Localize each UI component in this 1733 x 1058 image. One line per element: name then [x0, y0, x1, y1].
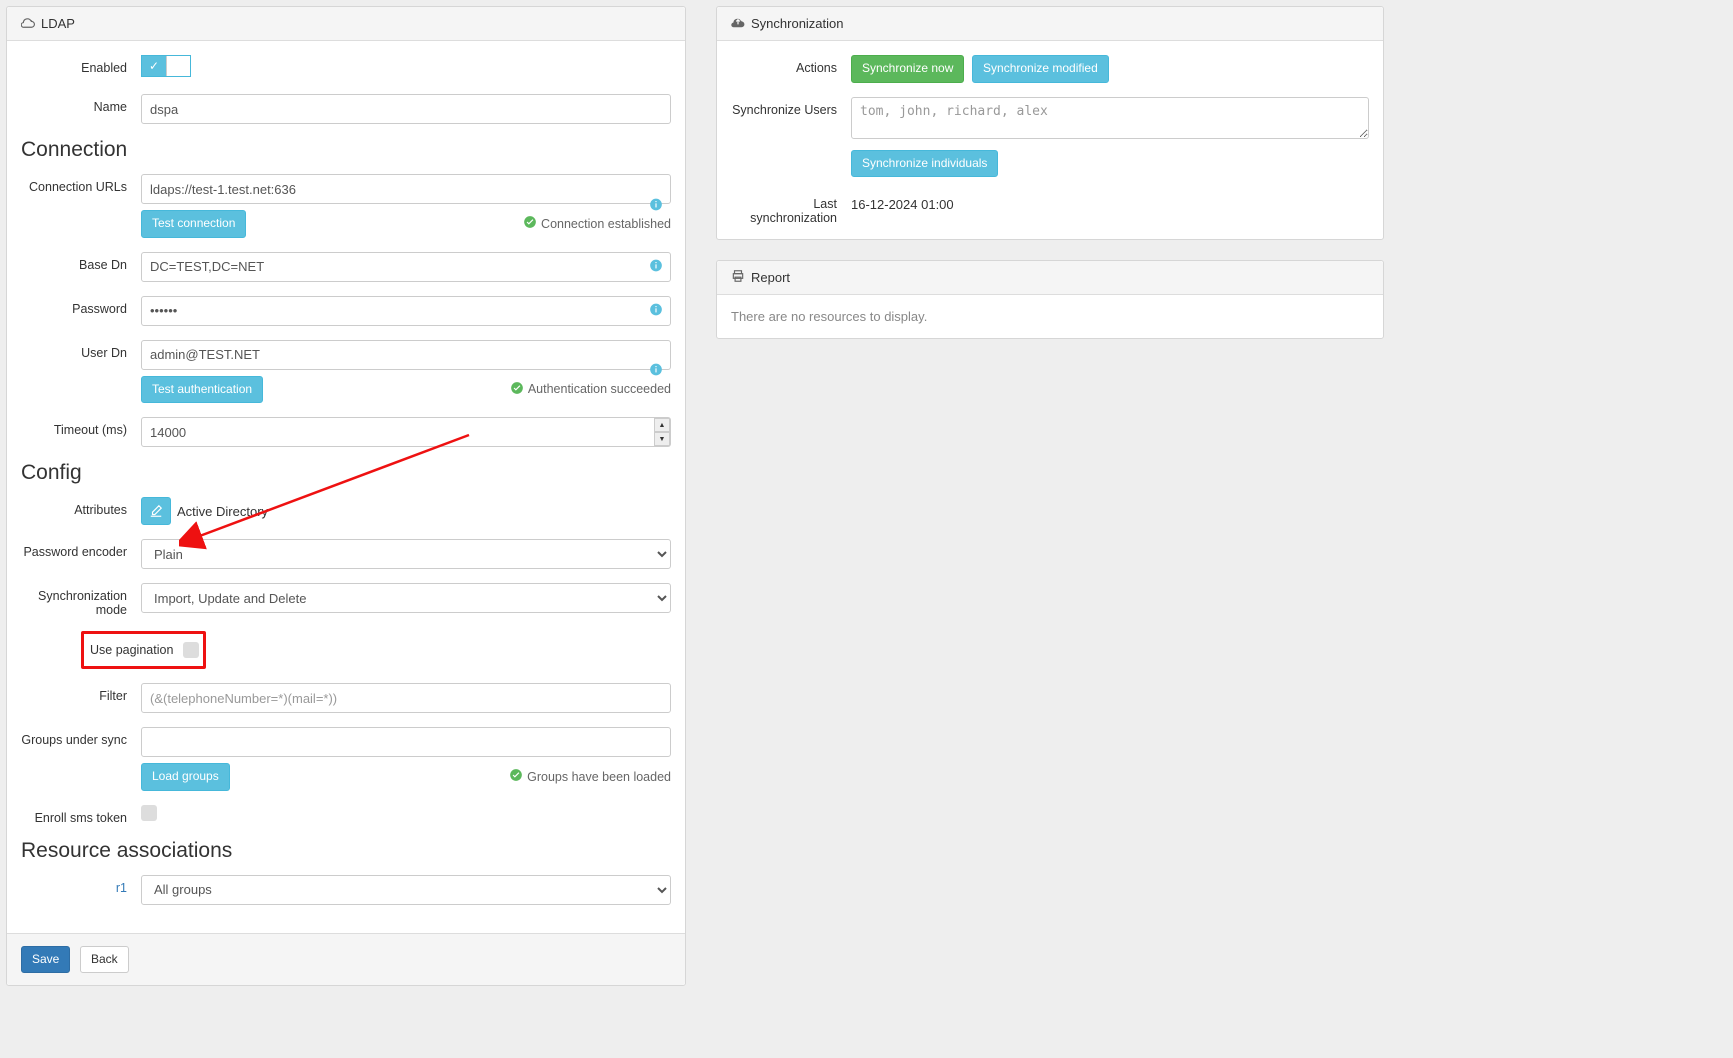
sync-title: Synchronization [751, 16, 844, 31]
check-icon [510, 381, 524, 398]
label-groups-sync: Groups under sync [21, 727, 141, 747]
back-button[interactable]: Back [80, 946, 129, 974]
report-panel-heading: Report [717, 261, 1383, 295]
sync-users-textarea[interactable] [851, 97, 1369, 139]
ldap-panel: LDAP Enabled Name Connection [6, 6, 686, 986]
cloud-icon [21, 15, 35, 32]
connection-status: Connection established [541, 217, 671, 231]
label-base-dn: Base Dn [21, 252, 141, 272]
password-input[interactable] [141, 296, 671, 326]
label-password: Password [21, 296, 141, 316]
label-enabled: Enabled [21, 55, 141, 75]
enabled-toggle[interactable] [141, 55, 191, 77]
sync-panel: Synchronization Actions Synchronize now … [716, 6, 1384, 240]
label-user-dn: User Dn [21, 340, 141, 360]
timeout-input[interactable] [141, 417, 671, 447]
label-name: Name [21, 94, 141, 114]
load-groups-button[interactable]: Load groups [141, 763, 230, 791]
label-timeout: Timeout (ms) [21, 417, 141, 437]
report-panel: Report There are no resources to display… [716, 260, 1384, 339]
user-dn-input[interactable] [141, 340, 671, 370]
test-auth-button[interactable]: Test authentication [141, 376, 263, 404]
label-use-pagination: Use pagination [84, 643, 183, 657]
auth-status: Authentication succeeded [528, 382, 671, 396]
label-last-sync: Last synchronization [731, 191, 851, 225]
label-filter: Filter [21, 683, 141, 703]
enroll-sms-checkbox[interactable] [141, 805, 157, 821]
edit-attributes-button[interactable] [141, 497, 171, 525]
label-sync-users: Synchronize Users [731, 97, 851, 117]
label-conn-urls: Connection URLs [21, 174, 141, 194]
label-sync-mode: Synchronization mode [21, 583, 141, 617]
report-title: Report [751, 270, 790, 285]
report-empty: There are no resources to display. [731, 309, 927, 324]
print-icon [731, 269, 745, 286]
sync-now-button[interactable]: Synchronize now [851, 55, 964, 83]
last-sync-value: 16-12-2024 01:00 [851, 197, 954, 212]
label-actions: Actions [731, 55, 851, 75]
number-spinner[interactable]: ▲▼ [654, 418, 670, 446]
save-button[interactable]: Save [21, 946, 70, 974]
section-connection: Connection [21, 138, 671, 162]
use-pagination-highlight: Use pagination [81, 631, 206, 669]
name-input[interactable] [141, 94, 671, 124]
sync-panel-heading: Synchronization [717, 7, 1383, 41]
test-connection-button[interactable]: Test connection [141, 210, 246, 238]
ldap-title: LDAP [41, 16, 75, 31]
sync-mode-select[interactable]: Import, Update and Delete [141, 583, 671, 613]
groups-status: Groups have been loaded [527, 770, 671, 784]
use-pagination-checkbox[interactable] [183, 642, 199, 658]
label-enroll-sms: Enroll sms token [21, 805, 141, 825]
section-config: Config [21, 461, 671, 485]
password-encoder-select[interactable]: Plain [141, 539, 671, 569]
base-dn-input[interactable] [141, 252, 671, 282]
cloud-upload-icon [731, 15, 745, 32]
label-attributes: Attributes [21, 497, 141, 517]
ldap-panel-heading: LDAP [7, 7, 685, 41]
filter-input[interactable] [141, 683, 671, 713]
groups-sync-input[interactable] [141, 727, 671, 757]
sync-individuals-button[interactable]: Synchronize individuals [851, 150, 998, 178]
attributes-value: Active Directory [177, 504, 268, 519]
r1-link[interactable]: r1 [21, 875, 141, 895]
check-icon [523, 215, 537, 232]
r1-select[interactable]: All groups [141, 875, 671, 905]
sync-modified-button[interactable]: Synchronize modified [972, 55, 1109, 83]
check-icon [509, 768, 523, 785]
connection-url-input[interactable] [141, 174, 671, 204]
section-resource-assoc: Resource associations [21, 839, 671, 863]
label-pw-encoder: Password encoder [21, 539, 141, 559]
